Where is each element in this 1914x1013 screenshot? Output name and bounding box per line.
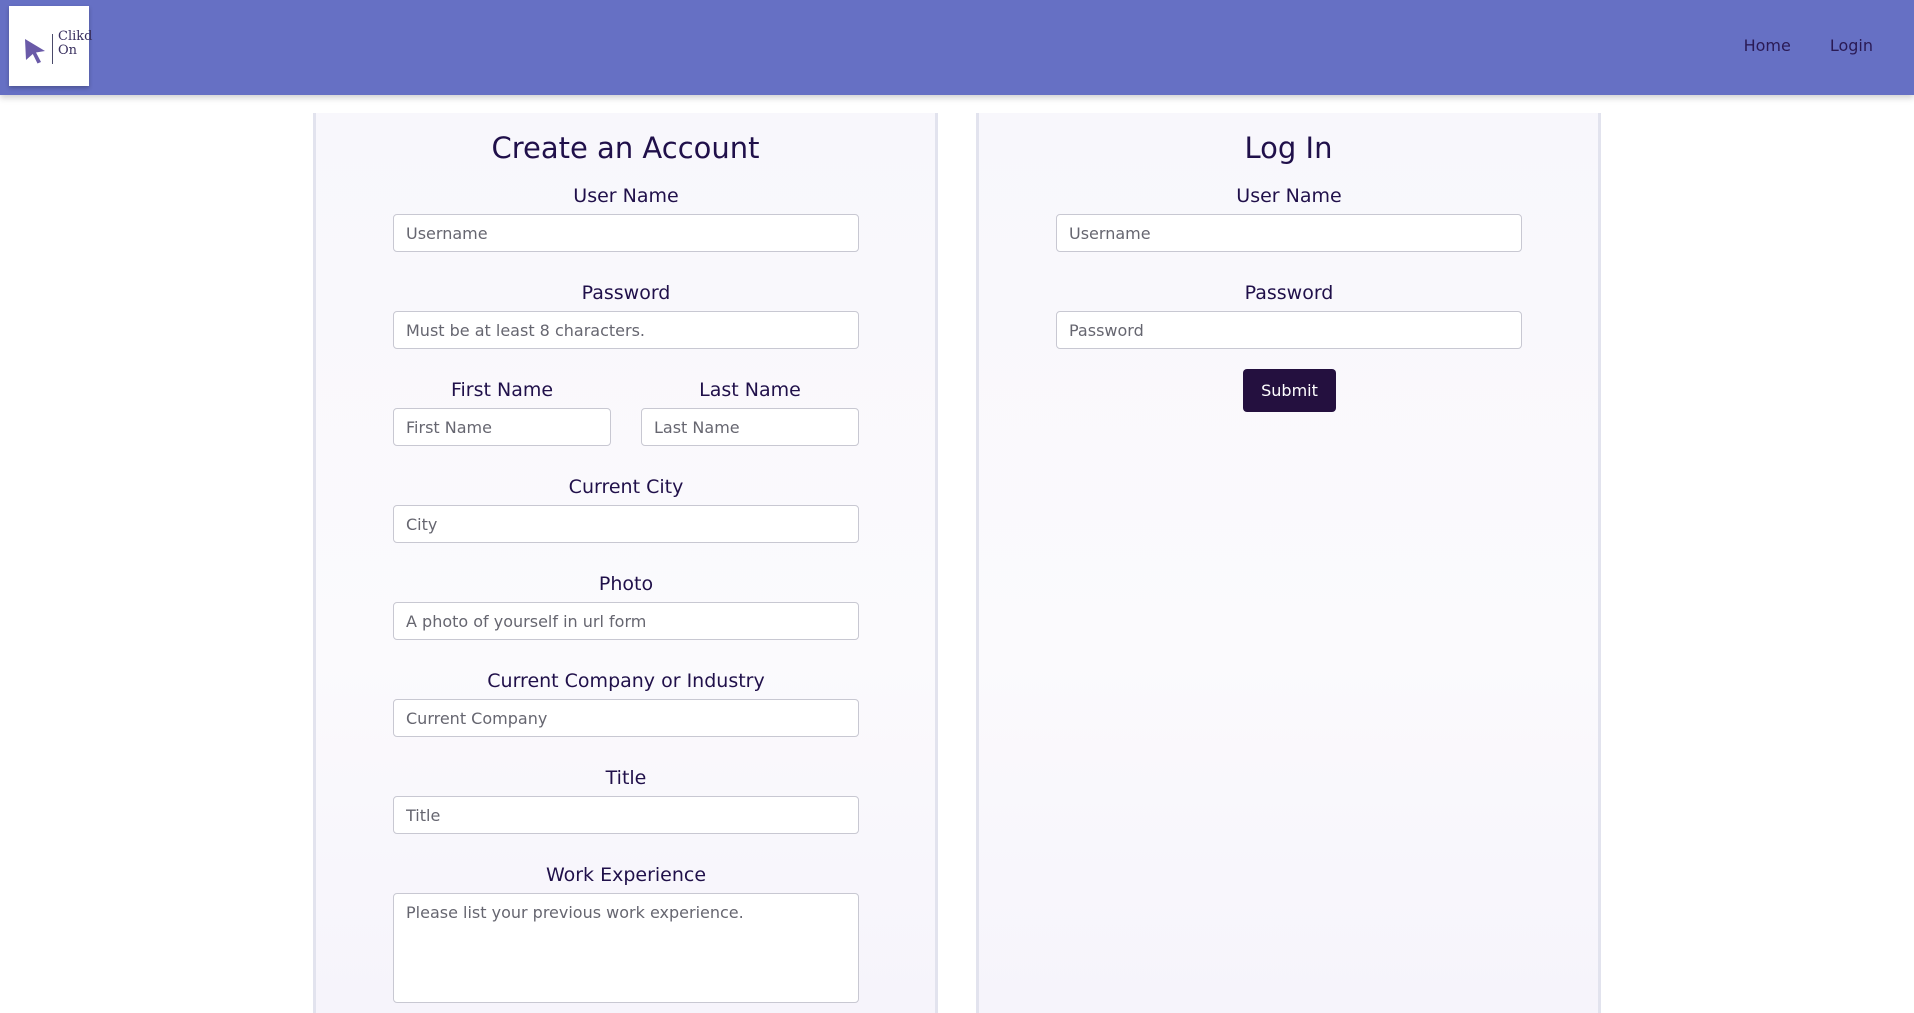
logo-text: Clikd On (58, 30, 92, 58)
signup-title-group: Title (393, 766, 859, 834)
top-navbar: Clikd On Home Login (0, 0, 1914, 95)
create-account-title: Create an Account (491, 131, 760, 165)
signup-first-name-label: First Name (450, 379, 554, 401)
login-submit-button[interactable]: Submit (1243, 369, 1336, 412)
signup-city-group: Current City (393, 475, 859, 543)
clikdon-logo[interactable]: Clikd On (9, 6, 92, 86)
signup-password-label: Password (581, 282, 671, 304)
signup-city-label: Current City (568, 476, 684, 498)
nav-home-link[interactable]: Home (1744, 36, 1791, 55)
signup-company-group: Current Company or Industry (393, 669, 859, 737)
login-password-input[interactable] (1056, 311, 1522, 349)
signup-password-input[interactable] (393, 311, 859, 349)
signup-photo-group: Photo (393, 572, 859, 640)
signup-experience-group: Work Experience (393, 863, 859, 1003)
signup-last-name-group: Last Name (641, 378, 859, 446)
login-panel: Log In User Name Password Submit (976, 113, 1601, 1013)
signup-first-name-group: First Name (393, 378, 611, 446)
login-password-label: Password (1244, 282, 1334, 304)
create-account-panel: Create an Account User Name Password Fir… (313, 113, 938, 1013)
signup-company-input[interactable] (393, 699, 859, 737)
login-password-group: Password (1056, 281, 1522, 349)
login-title: Log In (1244, 131, 1333, 165)
login-username-label: User Name (1236, 185, 1342, 207)
logo-text-line2: On (58, 43, 78, 58)
logo-divider (52, 34, 53, 64)
signup-username-group: User Name (393, 184, 859, 252)
signup-last-name-input[interactable] (641, 408, 859, 446)
signup-photo-input[interactable] (393, 602, 859, 640)
signup-first-name-input[interactable] (393, 408, 611, 446)
login-username-group: User Name (1056, 184, 1522, 252)
signup-experience-label: Work Experience (545, 864, 707, 886)
signup-city-input[interactable] (393, 505, 859, 543)
nav-login-link[interactable]: Login (1830, 36, 1873, 55)
signup-title-input[interactable] (393, 796, 859, 834)
signup-username-input[interactable] (393, 214, 859, 252)
cursor-arrow-icon (25, 39, 45, 64)
signup-experience-textarea[interactable] (393, 893, 859, 1003)
signup-last-name-label: Last Name (699, 379, 801, 401)
signup-photo-label: Photo (598, 573, 654, 595)
signup-company-label: Current Company or Industry (487, 670, 765, 692)
signup-password-group: Password (393, 281, 859, 349)
signup-username-label: User Name (573, 185, 679, 207)
nav-links: Home Login (1744, 36, 1873, 55)
login-username-input[interactable] (1056, 214, 1522, 252)
logo-text-line1: Clikd (58, 29, 93, 44)
signup-title-label: Title (605, 767, 647, 789)
